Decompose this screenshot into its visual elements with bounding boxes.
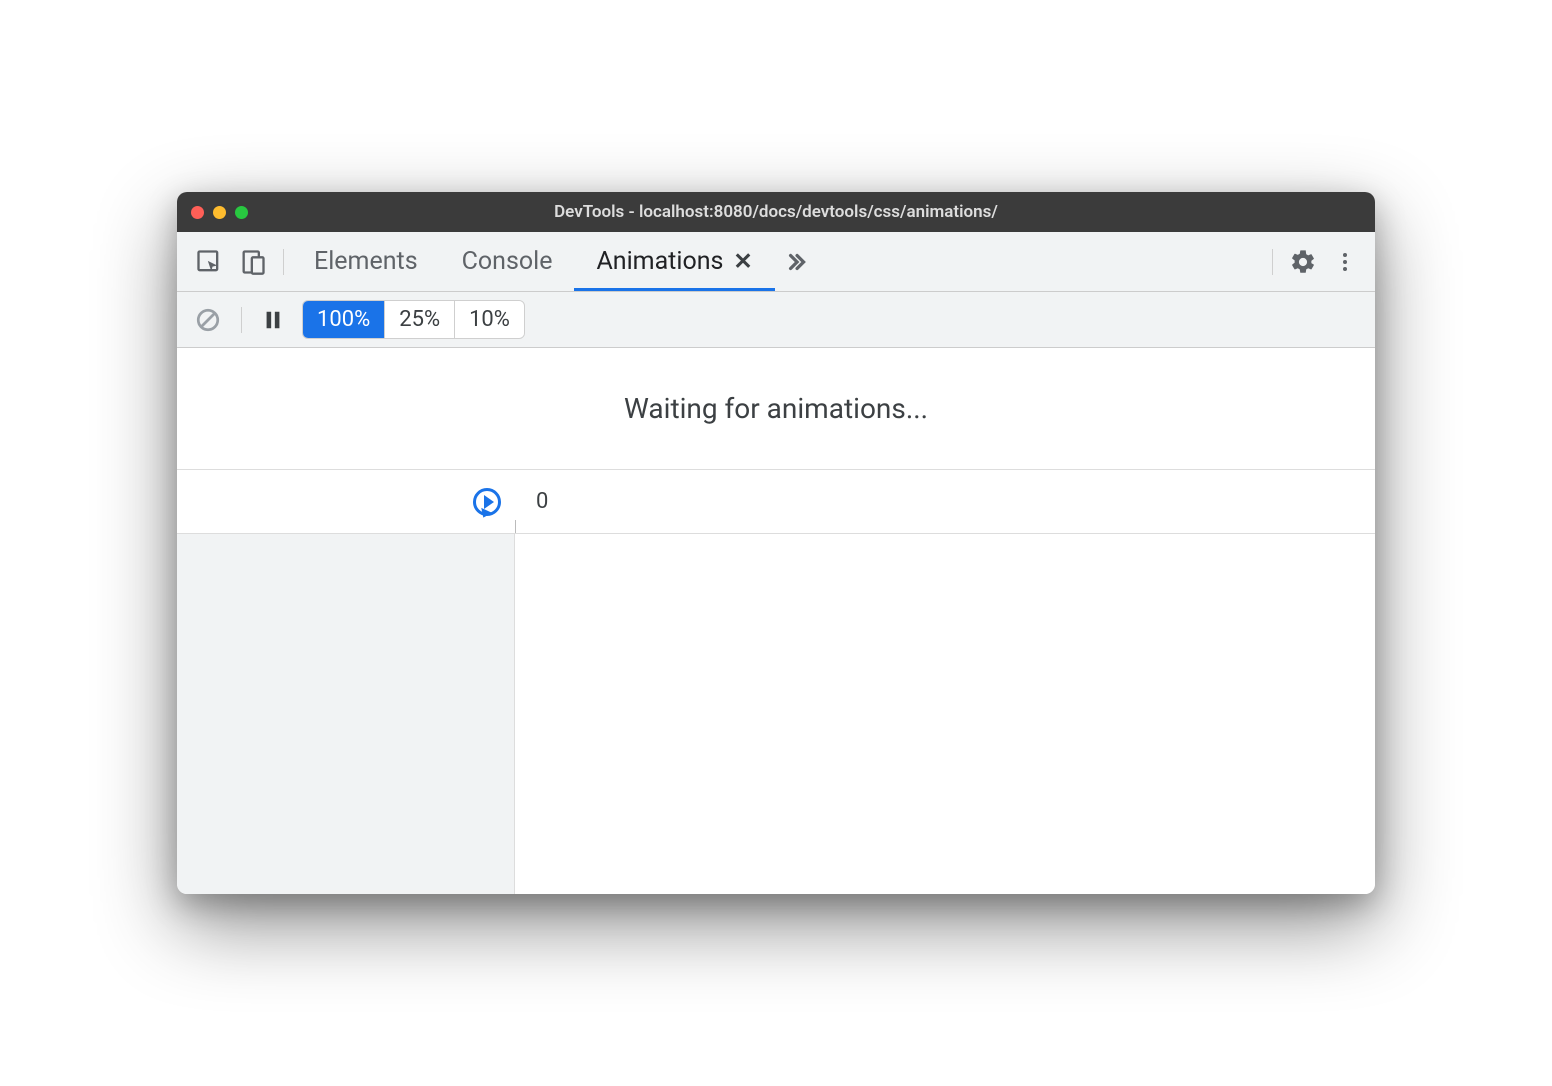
separator <box>283 249 284 275</box>
traffic-lights <box>191 206 248 219</box>
tab-console[interactable]: Console <box>440 232 575 291</box>
speed-label: 25% <box>399 307 440 332</box>
pause-button[interactable] <box>254 303 292 337</box>
tab-label: Console <box>462 247 553 276</box>
tab-label: Animations <box>596 247 723 276</box>
maximize-window-button[interactable] <box>235 206 248 219</box>
tabs: Elements Console Animations ✕ <box>292 232 775 291</box>
speed-10[interactable]: 10% <box>455 301 524 338</box>
tab-elements[interactable]: Elements <box>292 232 440 291</box>
close-icon[interactable]: ✕ <box>733 248 752 275</box>
clear-button[interactable] <box>187 301 229 339</box>
tab-label: Elements <box>314 247 418 276</box>
inspect-element-icon[interactable] <box>187 242 231 282</box>
tabstrip: Elements Console Animations ✕ <box>177 232 1375 292</box>
speed-100[interactable]: 100% <box>303 301 385 338</box>
animations-timeline-pane <box>515 534 1375 894</box>
animations-content <box>177 534 1375 894</box>
settings-button[interactable] <box>1281 242 1325 282</box>
devtools-window: DevTools - localhost:8080/docs/devtools/… <box>177 192 1375 894</box>
timeline-controls <box>177 470 515 533</box>
separator <box>1272 249 1273 275</box>
waiting-message: Waiting for animations... <box>177 348 1375 470</box>
titlebar: DevTools - localhost:8080/docs/devtools/… <box>177 192 1375 232</box>
speed-25[interactable]: 25% <box>385 301 455 338</box>
speed-label: 10% <box>469 307 510 332</box>
tick-label: 0 <box>536 489 548 514</box>
tabstrip-right <box>1264 242 1365 282</box>
close-window-button[interactable] <box>191 206 204 219</box>
animations-toolbar: 100% 25% 10% <box>177 292 1375 348</box>
speed-label: 100% <box>317 307 370 332</box>
animations-list-pane <box>177 534 515 894</box>
tab-animations[interactable]: Animations ✕ <box>574 232 774 291</box>
minimize-window-button[interactable] <box>213 206 226 219</box>
device-toolbar-icon[interactable] <box>231 242 275 282</box>
timeline-header: 0 <box>177 470 1375 534</box>
replay-icon[interactable] <box>473 488 501 516</box>
window-title: DevTools - localhost:8080/docs/devtools/… <box>177 202 1375 222</box>
more-tabs-icon[interactable] <box>775 243 817 281</box>
playback-speed-group: 100% 25% 10% <box>302 300 525 339</box>
more-menu-icon[interactable] <box>1325 244 1365 280</box>
separator <box>241 307 242 333</box>
timeline-track[interactable]: 0 <box>516 470 1375 533</box>
